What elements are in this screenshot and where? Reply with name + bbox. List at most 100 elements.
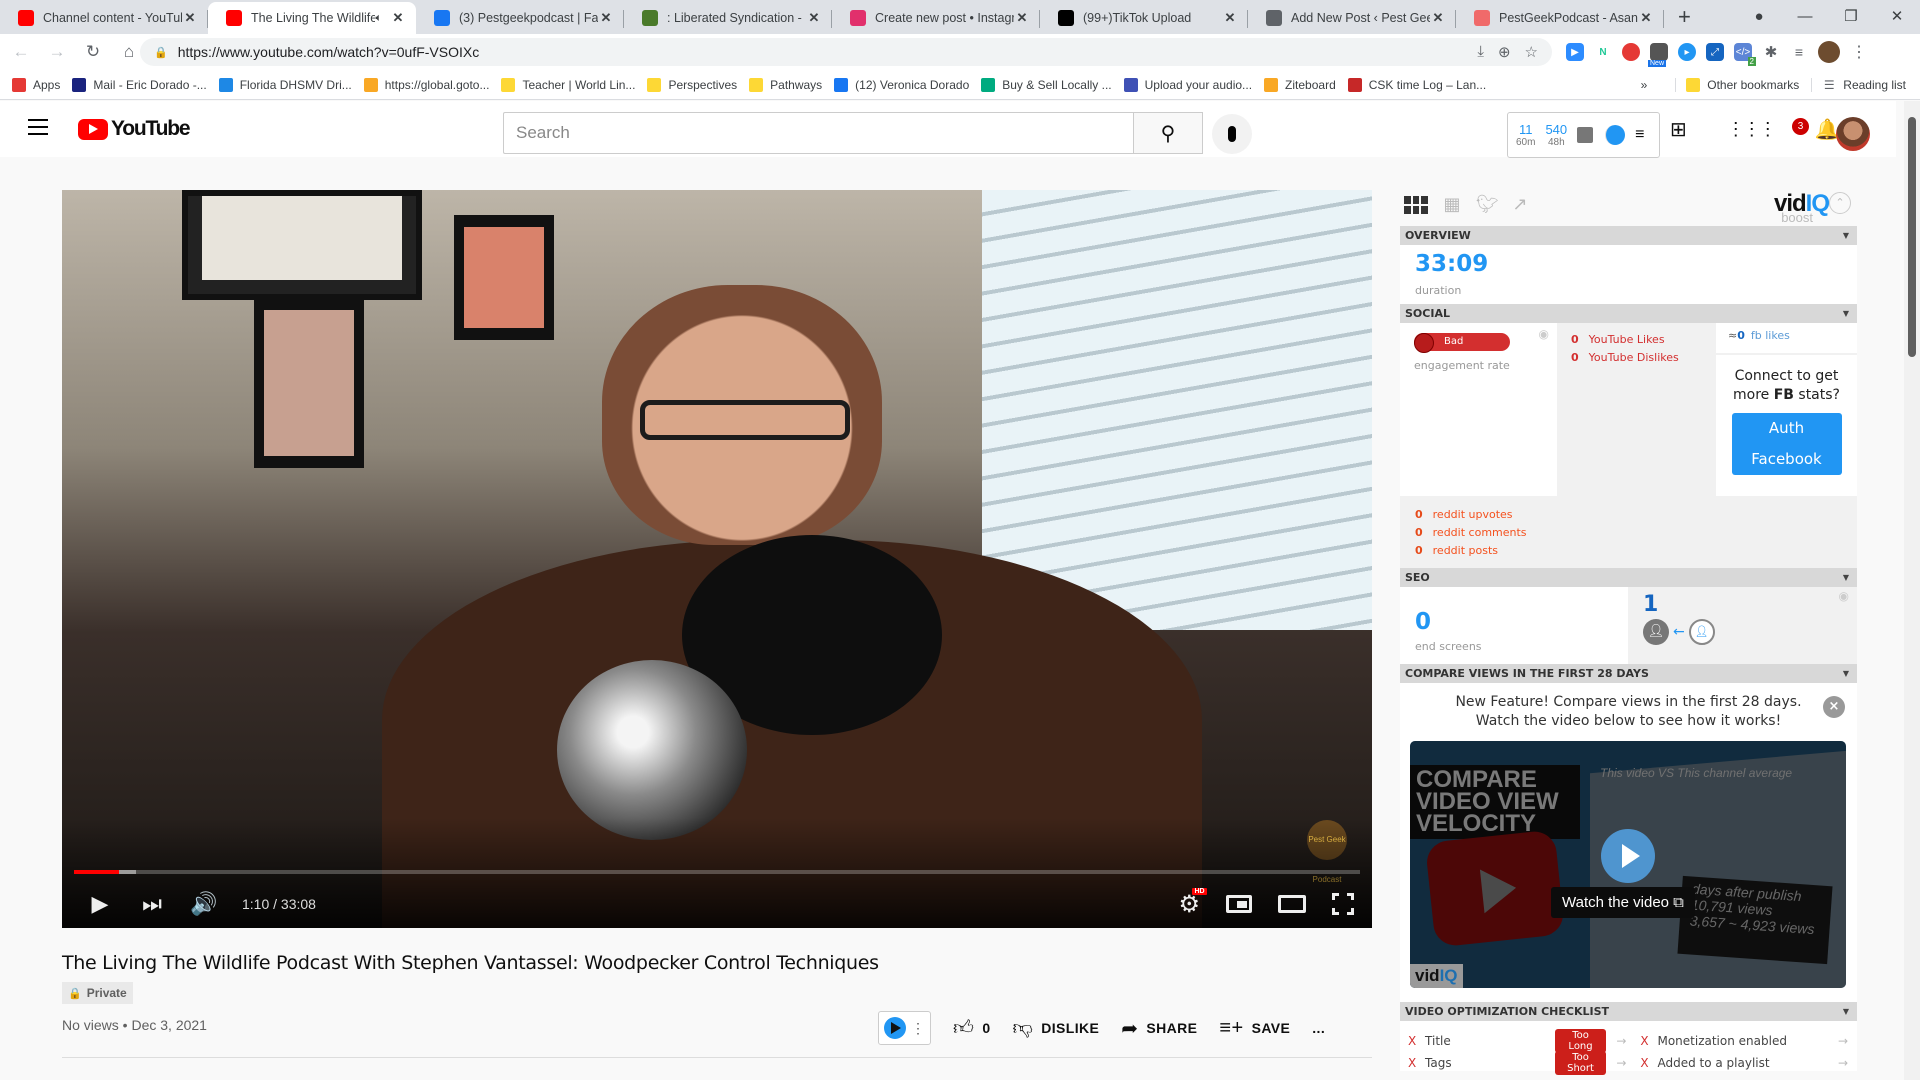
more-actions-button[interactable]: ... xyxy=(1312,1020,1325,1036)
optimization-checklist-header[interactable]: VIDEO OPTIMIZATION CHECKLIST xyxy=(1400,1002,1857,1021)
close-tab-icon[interactable]: ✕ xyxy=(1638,10,1654,26)
search-button[interactable]: ⚲ xyxy=(1133,112,1203,154)
browser-tab[interactable]: : Liberated Syndication - Libsyn✕ xyxy=(624,2,832,34)
like-button[interactable]: 👍︎ 0 xyxy=(953,1016,991,1040)
guide-menu-icon[interactable] xyxy=(28,119,48,140)
bookmark-item[interactable]: CSK time Log – Lan... xyxy=(1347,77,1486,92)
theater-mode-button[interactable] xyxy=(1278,895,1306,913)
bookmark-item[interactable]: Florida DHSMV Dri... xyxy=(218,77,352,92)
page-scrollbar[interactable] xyxy=(1904,101,1920,1080)
collapse-panel-button[interactable]: ⌃ xyxy=(1829,192,1851,214)
browser-tab[interactable]: Add New Post ‹ Pest Geek ✕ xyxy=(1248,2,1456,34)
vidiq-stats-tab-icon[interactable]: ▦ xyxy=(1442,195,1462,215)
forward-button[interactable]: → xyxy=(42,42,72,62)
miniplayer-button[interactable] xyxy=(1226,895,1252,913)
arrow-right-icon[interactable]: → xyxy=(1838,1034,1848,1048)
camera-extension-icon[interactable]: New xyxy=(1648,43,1668,67)
close-tab-icon[interactable]: ✕ xyxy=(1222,10,1238,26)
progress-bar[interactable] xyxy=(74,870,1360,874)
lock-icon[interactable]: 🔒 xyxy=(154,46,168,59)
reload-button[interactable]: ↻ xyxy=(78,42,108,62)
account-avatar[interactable] xyxy=(1836,117,1870,151)
stats-chart-icon[interactable] xyxy=(1577,127,1594,143)
vidiq-twitter-tab-icon[interactable]: 🐦︎ xyxy=(1476,195,1499,215)
profile-avatar[interactable] xyxy=(1818,41,1840,63)
vidiq-trend-tab-icon[interactable]: ↗ xyxy=(1510,195,1530,215)
extensions-puzzle-icon[interactable]: ✱ xyxy=(1762,43,1780,61)
youtube-logo[interactable]: YouTube xyxy=(78,117,191,141)
bookmark-item[interactable]: Mail - Eric Dorado -... xyxy=(72,77,207,92)
bookmark-item[interactable]: (12) Veronica Dorado xyxy=(834,77,969,92)
save-button[interactable]: ≡+ SAVE xyxy=(1219,1017,1290,1040)
bookmark-item[interactable]: Pathways xyxy=(749,77,822,92)
other-bookmarks[interactable]: Other bookmarks xyxy=(1675,78,1799,92)
scrollbar-thumb[interactable] xyxy=(1908,117,1916,357)
close-tab-icon[interactable]: ✕ xyxy=(598,10,614,26)
close-tab-icon[interactable]: ✕ xyxy=(806,10,822,26)
dislike-button[interactable]: 👎︎ DISLIKE xyxy=(1013,1016,1100,1040)
browser-tab[interactable]: Create new post • Instagram✕ xyxy=(832,2,1040,34)
settings-button[interactable]: ⚙ HD xyxy=(1178,887,1207,919)
arrow-right-icon[interactable]: → xyxy=(1616,1034,1626,1048)
arrow-right-icon[interactable]: → xyxy=(1616,1056,1626,1070)
eye-icon[interactable]: ◉ xyxy=(1839,589,1849,603)
compare-views-header[interactable]: COMPARE VIEWS IN THE FIRST 28 DAYS xyxy=(1400,664,1857,683)
bookmark-item[interactable]: Perspectives xyxy=(647,77,737,92)
reading-list[interactable]: ☰ Reading list xyxy=(1811,78,1906,92)
bookmark-item[interactable]: Teacher | World Lin... xyxy=(501,77,635,92)
bookmark-item[interactable]: Upload your audio... xyxy=(1123,77,1252,92)
close-tab-icon[interactable]: ✕ xyxy=(390,10,406,26)
code-extension-icon[interactable]: </> 2 xyxy=(1734,43,1756,66)
n-extension-icon[interactable]: N xyxy=(1594,43,1612,61)
bookmark-star-icon[interactable]: ☆ xyxy=(1525,43,1538,61)
bookmarks-overflow-button[interactable]: » xyxy=(1641,78,1648,92)
social-header[interactable]: SOCIAL xyxy=(1400,304,1857,323)
install-app-icon[interactable]: ⤓ xyxy=(1477,43,1484,61)
overview-header[interactable]: OVERVIEW xyxy=(1400,226,1857,245)
browser-tab[interactable]: The Living The Wildlife 🔈︎ ✕ xyxy=(208,2,416,34)
close-tab-icon[interactable]: ✕ xyxy=(1430,10,1446,26)
play-video-button[interactable] xyxy=(1601,829,1655,883)
fullscreen-button[interactable] xyxy=(1332,893,1354,915)
vidiq-logo-icon[interactable] xyxy=(1605,125,1626,145)
auth-facebook-button[interactable]: Auth Facebook xyxy=(1731,413,1842,475)
next-button[interactable]: ⏭ xyxy=(126,891,178,917)
minimize-button[interactable]: — xyxy=(1782,8,1828,25)
browser-tab[interactable]: PestGeekPodcast - Asana ✕ xyxy=(1456,2,1664,34)
restore-button[interactable]: ❐ xyxy=(1828,7,1874,25)
vidiq-overview-tab-icon[interactable] xyxy=(1404,196,1428,214)
vidiq-extension-icon[interactable]: ▸ xyxy=(1678,43,1696,61)
bookmark-item[interactable]: Apps xyxy=(12,77,60,92)
audio-playing-icon[interactable]: 🔈︎ xyxy=(375,12,382,25)
address-bar[interactable]: 🔒 https://www.youtube.com/watch?v=0ufF-V… xyxy=(140,38,1552,66)
bookmark-item[interactable]: Ziteboard xyxy=(1264,77,1336,92)
watch-video-link[interactable]: Watch the video ⧉ xyxy=(1551,887,1695,918)
zoom-extension-icon[interactable]: ▶ xyxy=(1566,43,1584,61)
close-feature-button[interactable]: × xyxy=(1823,696,1845,718)
zoom-icon[interactable]: ⊕ xyxy=(1498,43,1511,61)
volume-button[interactable]: 🔊 xyxy=(178,891,230,917)
bookmark-item[interactable]: Buy & Sell Locally ... xyxy=(981,77,1112,92)
close-tab-icon[interactable]: ✕ xyxy=(182,10,198,26)
browser-tab[interactable]: (99+)TikTok Upload ✕ xyxy=(1040,2,1248,34)
share-button[interactable]: ➦ SHARE xyxy=(1121,1016,1197,1041)
new-tab-button[interactable]: + xyxy=(1678,2,1691,34)
voice-search-button[interactable] xyxy=(1212,114,1252,154)
play-button[interactable]: ▶ xyxy=(74,891,126,917)
chrome-menu-icon[interactable]: ⋮ xyxy=(1850,43,1868,61)
profile-menu-icon[interactable]: ● xyxy=(1736,8,1782,25)
screenshot-extension-icon[interactable]: ⤢ xyxy=(1706,43,1724,61)
apps-icon[interactable]: ⋮⋮⋮ xyxy=(1727,119,1777,140)
vidiq-menu-icon[interactable]: ≡ xyxy=(1635,126,1644,144)
video-player[interactable]: Pest Geek Podcast ▶ ⏭ 🔊 1:10 / 33:08 ⚙HD xyxy=(62,190,1372,928)
vidiq-header-widget[interactable]: 11 60m 540 48h ≡ xyxy=(1507,112,1660,158)
seo-header[interactable]: SEO xyxy=(1400,568,1857,587)
back-button[interactable]: ← xyxy=(6,42,36,62)
create-video-icon[interactable]: ⊞ xyxy=(1670,117,1687,142)
browser-tab[interactable]: (3) Pestgeekpodcast | Facebook✕ xyxy=(416,2,624,34)
media-control-icon[interactable]: ≡ xyxy=(1790,43,1808,61)
feature-video-thumbnail[interactable]: This video VS This channel average COMPA… xyxy=(1410,741,1846,988)
record-extension-icon[interactable] xyxy=(1622,43,1640,61)
bookmark-item[interactable]: https://global.goto... xyxy=(363,77,489,92)
close-window-button[interactable]: ✕ xyxy=(1874,7,1920,25)
